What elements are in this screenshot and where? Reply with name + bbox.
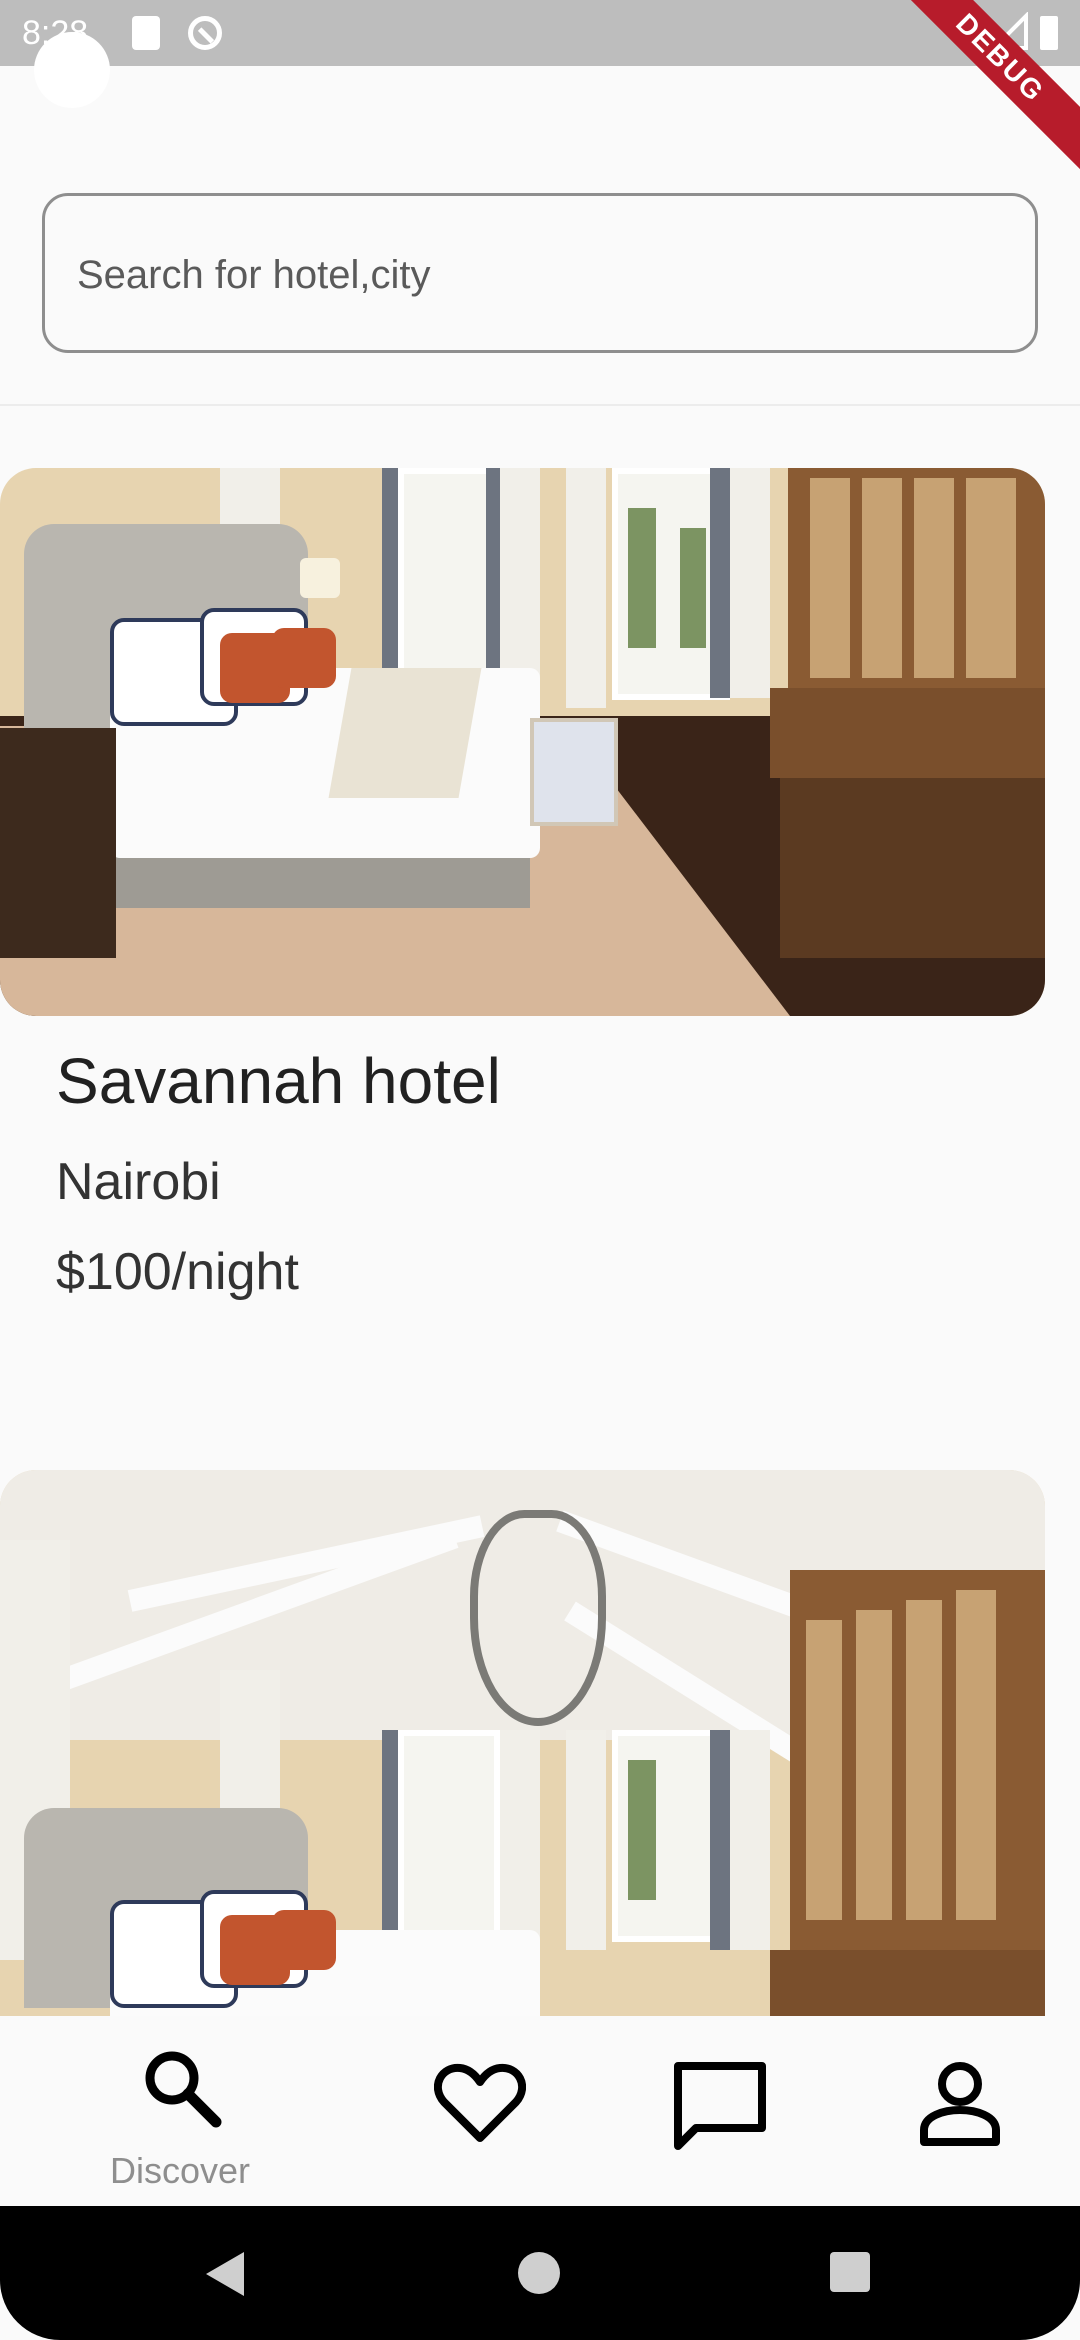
do-not-disturb-icon	[188, 16, 222, 50]
home-icon[interactable]	[518, 2252, 560, 2294]
nav-profile[interactable]	[860, 2016, 1060, 2206]
chandelier	[470, 1510, 606, 1726]
recents-icon[interactable]	[830, 2252, 870, 2292]
hotel-name[interactable]: Savannah hotel	[56, 1044, 501, 1118]
system-nav-bar	[0, 2206, 1080, 2340]
hotel-photo[interactable]	[0, 468, 1045, 1016]
hotel-price: $100/night	[56, 1243, 299, 1301]
search-input[interactable]	[75, 236, 1009, 314]
battery-icon	[1040, 16, 1058, 50]
floating-dot[interactable]	[34, 32, 110, 108]
hotel-photo[interactable]	[0, 1470, 1045, 2016]
nav-label-discover: Discover	[109, 2150, 251, 2191]
heart-icon	[434, 2063, 526, 2142]
sd-card-icon	[132, 16, 160, 50]
chat-icon	[674, 2062, 766, 2150]
nav-discover[interactable]: Discover	[80, 2016, 280, 2206]
bottom-navigation: Discover	[0, 2016, 1080, 2206]
nav-favorites[interactable]	[380, 2016, 580, 2206]
status-bar: 8:28 DEBUG	[0, 0, 1080, 180]
hotel-list[interactable]: Savannah hotel Nairobi $100/night	[0, 406, 1080, 2016]
search-icon	[145, 2051, 222, 2128]
nav-messages[interactable]	[620, 2016, 820, 2206]
person-icon	[920, 2062, 1000, 2146]
search-field[interactable]	[42, 193, 1038, 353]
hotel-city: Nairobi	[56, 1153, 221, 1211]
back-icon[interactable]	[206, 2252, 244, 2296]
